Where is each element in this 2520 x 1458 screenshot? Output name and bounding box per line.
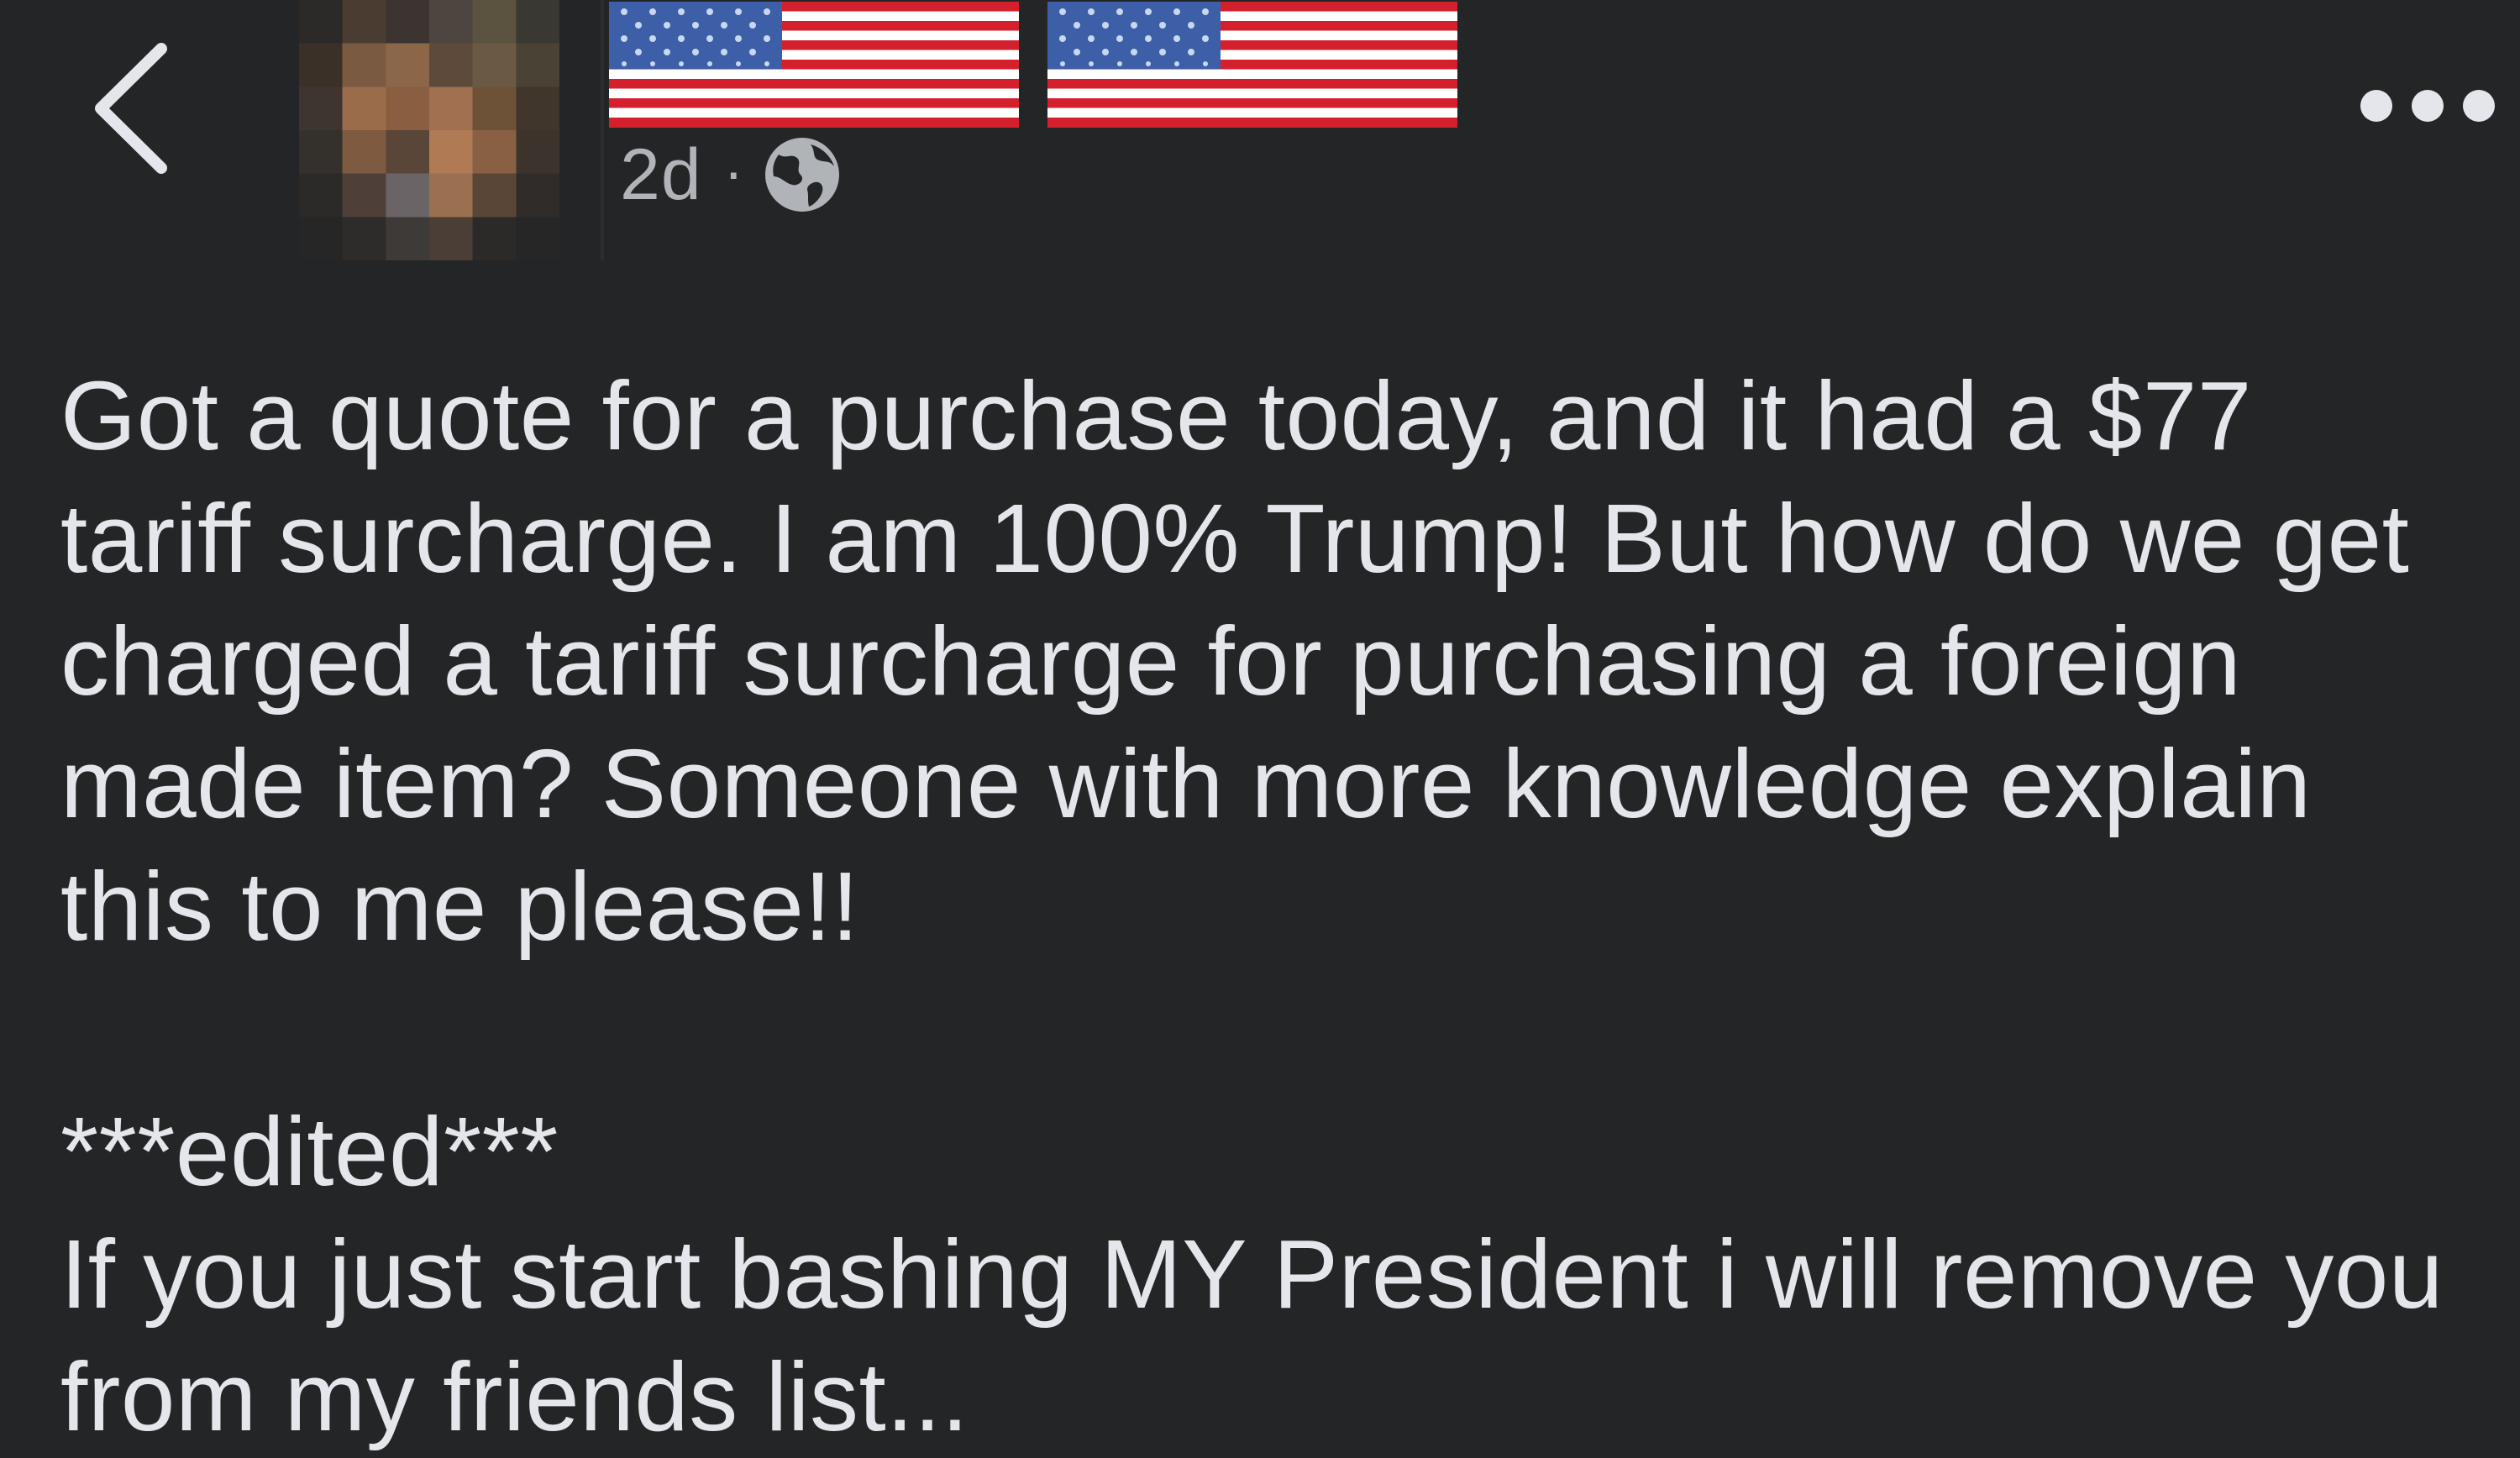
more-options-button[interactable] [2360, 81, 2495, 131]
chevron-left-icon [95, 43, 167, 174]
post-edited-marker: ***edited*** [60, 1097, 559, 1206]
post-body: Got a quote for a purchase today, and it… [60, 354, 2463, 1458]
post-paragraph: If you just start bashing MY President i… [60, 1219, 2444, 1451]
post-screen: 2d · Got a quote for a purchase today, a… [0, 0, 2520, 1455]
ellipsis-icon-dot [2463, 90, 2495, 122]
globe-icon[interactable] [762, 134, 843, 215]
header-divider [601, 0, 604, 260]
us-flag-icon [609, 2, 1019, 128]
ellipsis-icon-dot [2360, 90, 2392, 122]
pixelated-avatar-image [299, 0, 559, 260]
author-name[interactable] [609, 2, 1457, 133]
avatar[interactable] [299, 0, 559, 260]
us-flag-icon [1047, 2, 1457, 128]
post-meta: 2d · [620, 133, 843, 217]
back-button[interactable] [81, 37, 181, 180]
meta-separator: · [723, 139, 743, 204]
post-paragraph: Got a quote for a purchase today, and it… [60, 361, 2410, 961]
post-timestamp[interactable]: 2d [620, 134, 702, 217]
ellipsis-icon-dot [2412, 90, 2444, 122]
